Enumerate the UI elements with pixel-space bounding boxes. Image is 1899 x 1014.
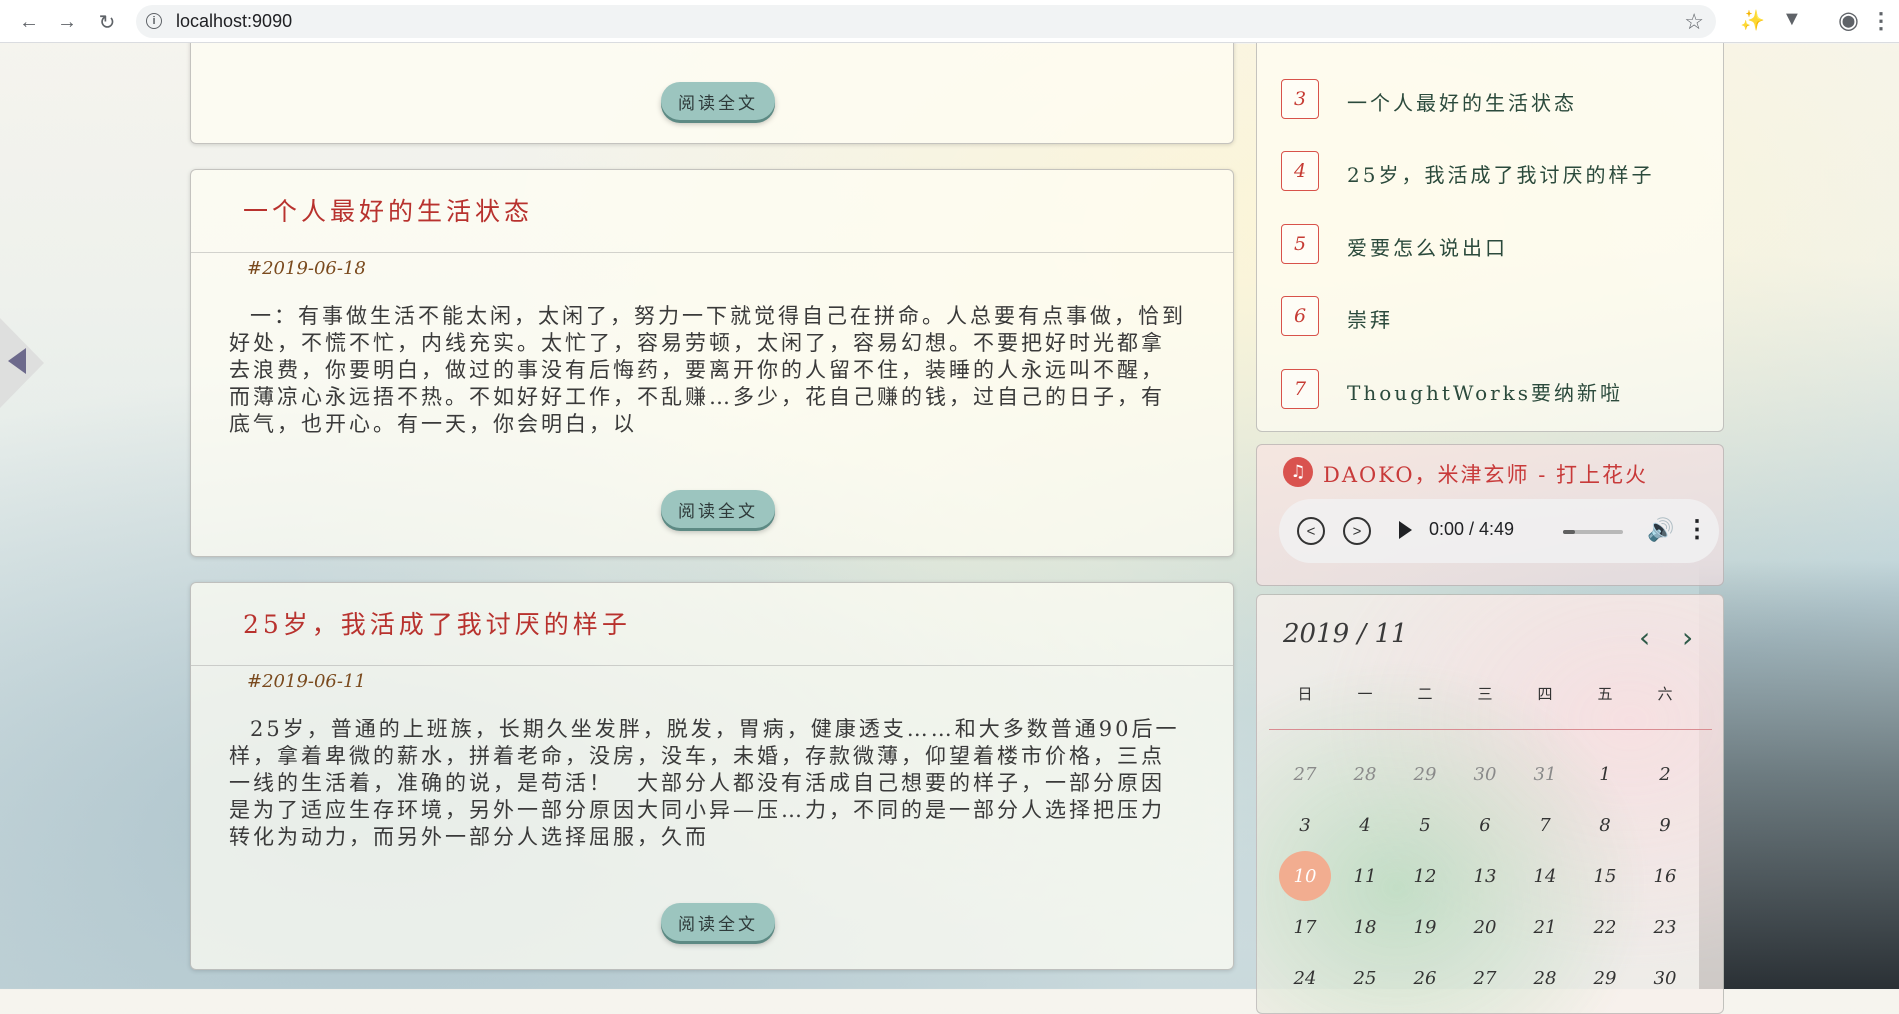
music-player-panel: ♫ DAOKO，米津玄师 - 打上花火 < > 0:00 / 4:49 🔊 ⋮ [1256,444,1724,586]
address-bar[interactable]: i localhost:9090 ☆ [136,5,1716,38]
calendar-day[interactable]: 28 [1519,953,1571,1003]
calendar-day[interactable]: 2 [1639,749,1691,799]
calendar-day[interactable]: 26 [1399,953,1451,1003]
account-circle-icon[interactable]: ◉ [1838,6,1859,35]
calendar-widget: 2019 / 11 ‹ › 日一二三四五六 27 28 29 30 31 1 2 3 4 5 6 7 8… [1256,594,1724,1014]
calendar-day[interactable]: 1 [1579,749,1631,799]
song-title: DAOKO，米津玄师 - 打上花火 [1323,463,1649,487]
calendar-day[interactable]: 10 [1279,851,1331,901]
music-note-icon: ♫ [1283,457,1313,487]
calendar-weekday: 五 [1597,685,1613,703]
read-more-button[interactable]: 阅读全文 [661,490,775,528]
vue-devtools-icon[interactable]: ▼ [1782,8,1802,31]
bookmark-star-icon[interactable]: ☆ [1684,9,1704,35]
article-date: #2019-06-11 [247,671,366,692]
calendar-day[interactable]: 13 [1459,851,1511,901]
calendar-day[interactable]: 11 [1339,851,1391,901]
calendar-day[interactable]: 7 [1519,800,1571,850]
divider [1269,729,1712,730]
seek-slider[interactable] [1563,530,1623,534]
divider [191,252,1233,253]
reload-icon[interactable]: ↻ [92,7,122,37]
article-excerpt: 一：有事做生活不能太闲，太闲了，努力一下就觉得自己在拼命。人总要有点事做，恰到好… [229,304,1186,436]
rank-number: 5 [1281,224,1319,264]
volume-icon[interactable]: 🔊 [1647,517,1674,543]
next-circle-icon[interactable]: > [1343,517,1371,545]
article-title[interactable]: 一个人最好的生活状态 [243,192,533,228]
article-date: #2019-06-18 [247,258,366,279]
calendar-day[interactable]: 14 [1519,851,1571,901]
calendar-day[interactable]: 27 [1459,953,1511,1003]
calendar-day[interactable]: 19 [1399,902,1451,952]
calendar-day[interactable]: 20 [1459,902,1511,952]
info-icon[interactable]: i [146,13,162,29]
prev-circle-icon[interactable]: < [1297,517,1325,545]
read-more-button[interactable]: 阅读全文 [661,82,775,120]
calendar-day[interactable]: 6 [1459,800,1511,850]
calendar-weekday: 三 [1477,685,1493,703]
rank-number: 4 [1281,151,1319,191]
calendar-day[interactable]: 29 [1579,953,1631,1003]
rank-title[interactable]: 爱要怎么说出口 [1347,232,1508,261]
rank-title[interactable]: 25岁，我活成了我讨厌的样子 [1347,159,1654,188]
rank-number: 6 [1281,296,1319,336]
article-card: 25岁，我活成了我讨厌的样子 #2019-06-11 25岁，普通的上班族，长期… [190,582,1234,970]
back-arrow-icon[interactable]: ← [14,7,44,37]
article-excerpt: 25岁，普通的上班族，长期久坐发胖，脱发，胃病，健康透支……和大多数普通90后一… [229,717,1180,849]
background-grass-silhouette [1699,560,1899,989]
ranking-panel: 3 一个人最好的生活状态 4 25岁，我活成了我讨厌的样子 5 爱要怎么说出口 … [1256,0,1724,432]
browser-toolbar: ← → ↻ i localhost:9090 ☆ ✨ ▼ ◉ ⋮ [0,0,1899,43]
calendar-day[interactable]: 16 [1639,851,1691,901]
calendar-day[interactable]: 21 [1519,902,1571,952]
rank-title[interactable]: ThoughtWorks要纳新啦 [1347,377,1623,406]
rank-number: 7 [1281,369,1319,409]
article-title[interactable]: 25岁，我活成了我讨厌的样子 [243,605,631,641]
seek-progress [1563,530,1575,534]
calendar-weekday: 日 [1297,685,1313,703]
calendar-weekday: 四 [1537,685,1553,703]
chevron-right-icon[interactable]: › [1682,621,1693,654]
rank-number: 3 [1281,79,1319,119]
calendar-day[interactable]: 3 [1279,800,1331,850]
calendar-day[interactable]: 30 [1459,749,1511,799]
calendar-month-label: 2019 / 11 [1283,619,1408,649]
more-vert-icon[interactable]: ⋮ [1685,515,1709,544]
calendar-day[interactable]: 4 [1339,800,1391,850]
calendar-weekday: 二 [1417,685,1433,703]
url-text[interactable]: localhost:9090 [176,11,292,32]
calendar-day[interactable]: 29 [1399,749,1451,799]
audio-player: < > 0:00 / 4:49 🔊 ⋮ [1279,499,1719,563]
calendar-day[interactable]: 17 [1279,902,1331,952]
browser-menu-icon[interactable]: ⋮ [1870,8,1892,34]
divider [191,665,1233,666]
calendar-weekday-row: 日一二三四五六 [1269,683,1712,713]
chevron-left-icon[interactable] [8,348,26,374]
calendar-day[interactable]: 22 [1579,902,1631,952]
read-more-button[interactable]: 阅读全文 [661,903,775,941]
calendar-weekday: 六 [1657,685,1673,703]
calendar-day[interactable]: 8 [1579,800,1631,850]
calendar-day[interactable]: 25 [1339,953,1391,1003]
calendar-day[interactable]: 5 [1399,800,1451,850]
calendar-day[interactable]: 27 [1279,749,1331,799]
article-card: 一个人最好的生活状态 #2019-06-18 一：有事做生活不能太闲，太闲了，努… [190,169,1234,557]
play-icon[interactable] [1399,521,1412,539]
calendar-day[interactable]: 12 [1399,851,1451,901]
calendar-day[interactable]: 9 [1639,800,1691,850]
chevron-left-icon[interactable]: ‹ [1639,621,1650,654]
rank-title[interactable]: 崇拜 [1347,304,1393,333]
rank-title[interactable]: 一个人最好的生活状态 [1347,87,1577,116]
calendar-weekday: 一 [1357,685,1373,703]
forward-arrow-icon[interactable]: → [52,7,82,37]
calendar-day[interactable]: 30 [1639,953,1691,1003]
calendar-day[interactable]: 23 [1639,902,1691,952]
calendar-day[interactable]: 24 [1279,953,1331,1003]
extension-icon[interactable]: ✨ [1740,8,1765,33]
playback-time: 0:00 / 4:49 [1429,519,1515,539]
calendar-day[interactable]: 28 [1339,749,1391,799]
calendar-day[interactable]: 15 [1579,851,1631,901]
calendar-day[interactable]: 31 [1519,749,1571,799]
calendar-day[interactable]: 18 [1339,902,1391,952]
